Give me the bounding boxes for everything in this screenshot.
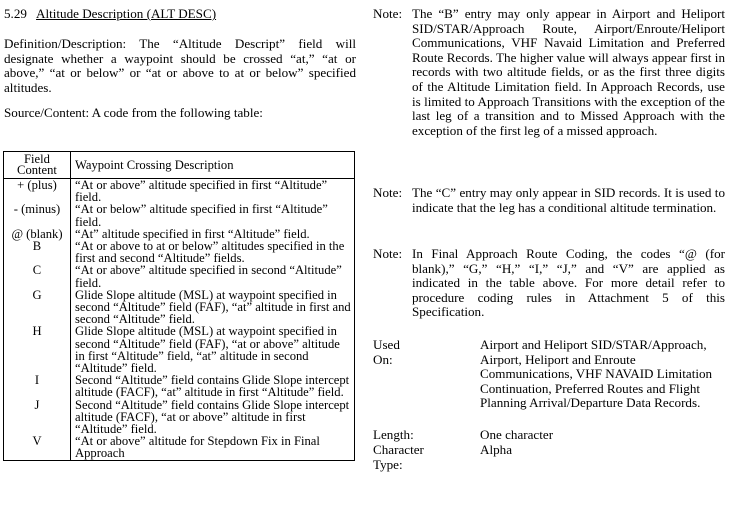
- table-row: - (minus) “At or below” altitude specifie…: [3, 203, 355, 228]
- used-on-value: Airport and Heliport SID/STAR/Approach, …: [480, 337, 713, 411]
- length-label: Length:: [373, 427, 414, 442]
- row-code: V: [3, 435, 71, 461]
- header-field-content: Field Content: [3, 151, 71, 179]
- row-code: B: [3, 240, 71, 265]
- section-heading: 5.29 Altitude Description (ALT DESC): [4, 6, 217, 22]
- row-description: Second “Altitude” field contains Glide S…: [70, 374, 355, 399]
- header-waypoint-crossing: Waypoint Crossing Description: [70, 151, 355, 179]
- table-row: C “At or above” altitude specified in sec…: [3, 264, 355, 289]
- character-type-value: Alpha: [480, 442, 512, 457]
- row-description: Glide Slope altitude (MSL) at waypoint s…: [70, 289, 355, 325]
- table-row: G Glide Slope altitude (MSL) at waypoint …: [3, 289, 355, 326]
- table-row: H Glide Slope altitude (MSL) at waypoint …: [3, 325, 355, 375]
- row-description: “At or above” altitude specified in seco…: [70, 264, 355, 289]
- row-code: I: [3, 374, 71, 399]
- row-description: “At or above to at or below” altitudes s…: [70, 240, 355, 265]
- note-3: Note: In Final Approach Route Coding, th…: [373, 246, 725, 320]
- row-description: Glide Slope altitude (MSL) at waypoint s…: [70, 325, 355, 374]
- row-description: “At or below” altitude specified in firs…: [70, 203, 355, 228]
- table-row: V “At or above” altitude for Stepdown Fix…: [3, 435, 355, 461]
- row-code: H: [3, 325, 71, 375]
- note-label: Note:: [373, 185, 403, 200]
- row-code: - (minus): [3, 203, 71, 228]
- table-row: B “At or above to at or below” altitudes …: [3, 240, 355, 265]
- note-text: The “C” entry may only appear in SID rec…: [412, 185, 725, 215]
- character-type-label: Character Type:: [373, 442, 424, 472]
- section-title: Altitude Description (ALT DESC): [36, 6, 217, 21]
- note-label: Note:: [373, 246, 403, 261]
- table-row: J Second “Altitude” field contains Glide …: [3, 398, 355, 436]
- length-value: One character: [480, 427, 554, 442]
- row-description: “At or above” altitude for Stepdown Fix …: [70, 435, 355, 461]
- row-description: “At or above” altitude specified in firs…: [70, 178, 355, 203]
- used-on-label: Used On:: [373, 337, 400, 367]
- definition-paragraph: Definition/Description: The “Altitude De…: [4, 36, 356, 95]
- table-row: I Second “Altitude” field contains Glide …: [3, 374, 355, 399]
- altitude-code-table: Field Content Waypoint Crossing Descript…: [3, 151, 355, 461]
- section-number: 5.29: [4, 6, 27, 21]
- table-row: + (plus) “At or above” altitude specified…: [3, 178, 355, 204]
- row-code: G: [3, 289, 71, 326]
- source-paragraph: Source/Content: A code from the followin…: [4, 105, 263, 120]
- note-text: In Final Approach Route Coding, the code…: [412, 246, 725, 320]
- note-2: Note: The “C” entry may only appear in S…: [373, 185, 725, 215]
- note-text: The “B” entry may only appear in Airport…: [412, 6, 725, 138]
- row-code: J: [3, 398, 71, 436]
- table-header-row: Field Content Waypoint Crossing Descript…: [3, 151, 355, 179]
- row-code: + (plus): [3, 178, 71, 204]
- row-code: C: [3, 264, 71, 289]
- note-label: Note:: [373, 6, 403, 21]
- row-description: Second “Altitude” field contains Glide S…: [70, 398, 355, 435]
- note-1: Note: The “B” entry may only appear in A…: [373, 6, 725, 138]
